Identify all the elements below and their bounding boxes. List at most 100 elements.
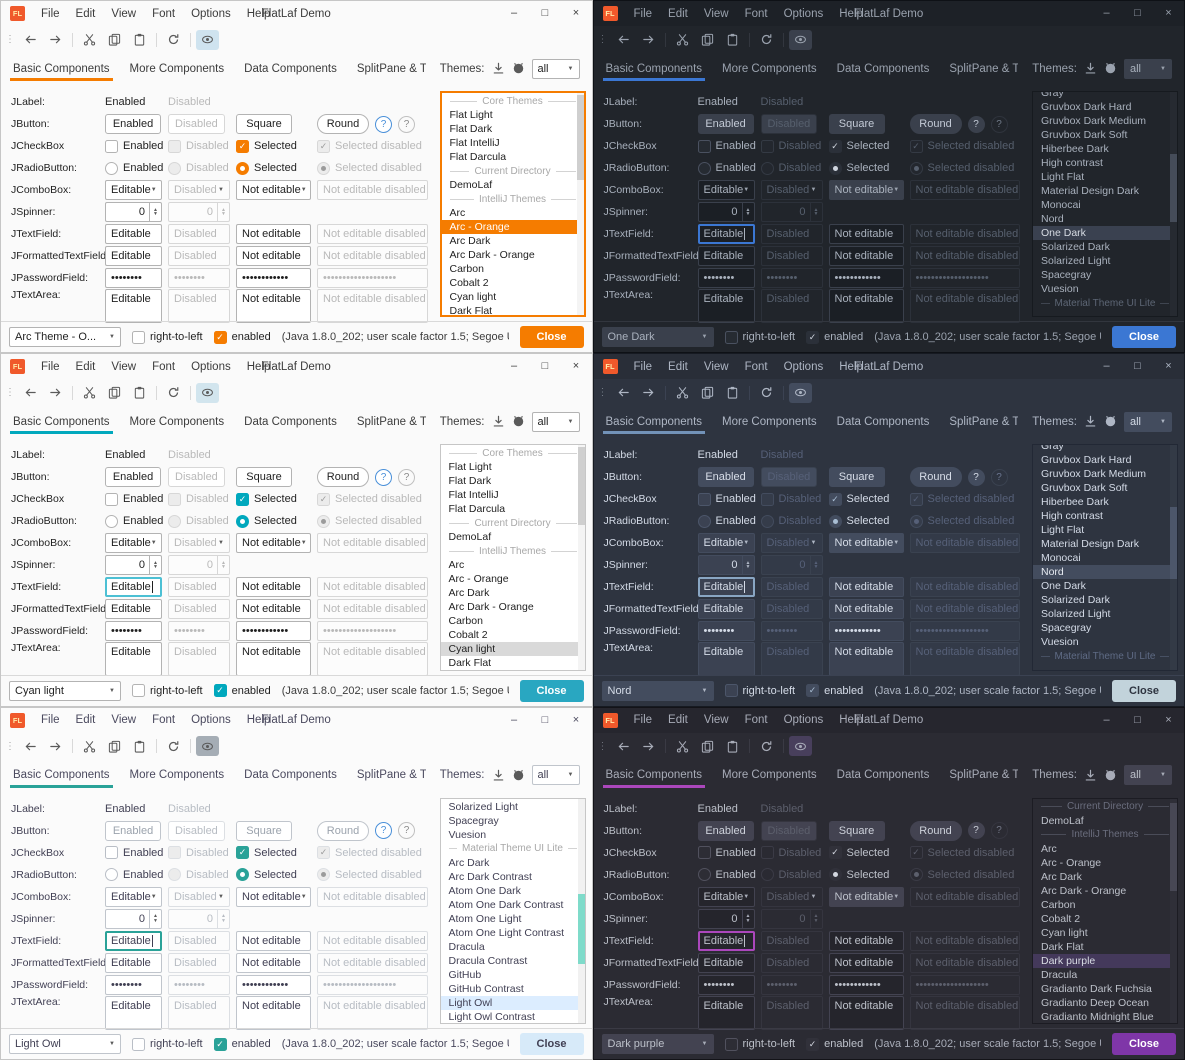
textfield-disabled[interactable]: Disabled bbox=[168, 599, 230, 619]
combobox-not-editable-disabled[interactable]: Not editable disabled▼ bbox=[910, 887, 1021, 907]
radio-disabled[interactable]: Disabled bbox=[168, 162, 229, 175]
theme-list-item-carbon[interactable]: Carbon bbox=[1033, 898, 1177, 912]
textfield-[interactable]: ••••••••••••••••••• bbox=[317, 621, 428, 641]
theme-list-item-solarized-light[interactable]: Solarized Light bbox=[441, 800, 585, 814]
theme-list-item-light-owl-contrast[interactable]: Light Owl Contrast bbox=[441, 1010, 585, 1024]
right-to-left-checkbox[interactable]: right-to-left bbox=[132, 331, 203, 344]
textfield-editable[interactable]: Editable bbox=[698, 577, 755, 597]
theme-selector-combo[interactable]: Nord▼ bbox=[602, 681, 714, 701]
help-button[interactable]: ? bbox=[968, 822, 985, 839]
theme-list-item-gradianto-midnight-blue[interactable]: Gradianto Midnight Blue bbox=[1033, 1010, 1177, 1024]
enabled-checkbox[interactable]: ✓enabled bbox=[214, 331, 271, 344]
checkbox-selected-disabled[interactable]: ✓Selected disabled bbox=[317, 140, 422, 153]
theme-list-item-gruvbox-dark-medium[interactable]: Gruvbox Dark Medium bbox=[1033, 467, 1177, 481]
checkbox-enabled[interactable]: Enabled bbox=[105, 493, 163, 506]
radio-selected[interactable]: Selected bbox=[236, 162, 297, 175]
checkbox-enabled[interactable]: Enabled bbox=[698, 140, 756, 153]
minimize-button[interactable]: – bbox=[1091, 354, 1122, 379]
textfield-not-editable-disabled[interactable]: Not editable disabled bbox=[910, 599, 1021, 619]
combobox-not-editable[interactable]: Not editable▼ bbox=[829, 887, 904, 907]
show-icon[interactable] bbox=[196, 383, 219, 403]
theme-list-item-dark-flat[interactable]: Dark Flat bbox=[1033, 940, 1177, 954]
refresh-icon[interactable] bbox=[755, 383, 778, 403]
tab-more-components[interactable]: More Components bbox=[120, 53, 235, 84]
close-button[interactable]: Close bbox=[1112, 680, 1176, 702]
enabled-checkbox[interactable]: ✓enabled bbox=[214, 1038, 271, 1051]
menu-options[interactable]: Options bbox=[776, 714, 832, 726]
close-window-button[interactable]: × bbox=[561, 354, 592, 379]
menu-view[interactable]: View bbox=[103, 8, 144, 20]
spinner-arrows[interactable]: ▲▼ bbox=[217, 556, 229, 574]
forward-icon[interactable] bbox=[637, 383, 660, 403]
textfield-not-editable-disabled[interactable]: Not editable disabled bbox=[910, 931, 1021, 951]
spinner[interactable]: 0▲▼ bbox=[105, 555, 162, 575]
spinner-arrows[interactable]: ▲▼ bbox=[742, 556, 754, 574]
radio-selected[interactable]: Selected bbox=[236, 515, 297, 528]
scrollbar-track[interactable] bbox=[1170, 92, 1177, 316]
round-button[interactable]: Round bbox=[910, 114, 962, 134]
enabled-checkbox[interactable]: ✓enabled bbox=[806, 331, 863, 344]
textfield-not-editable[interactable]: Not editable bbox=[236, 931, 311, 951]
theme-selector-combo[interactable]: Arc Theme - O...▼ bbox=[9, 327, 121, 347]
radio-enabled[interactable]: Enabled bbox=[105, 868, 163, 881]
textarea-not-editable[interactable]: Not editable bbox=[236, 642, 311, 676]
github-icon[interactable] bbox=[512, 62, 525, 75]
checkbox-enabled[interactable]: Enabled bbox=[105, 140, 163, 153]
forward-icon[interactable] bbox=[637, 736, 660, 756]
textarea-not-editable[interactable]: Not editable bbox=[829, 996, 904, 1030]
right-to-left-checkbox[interactable]: right-to-left bbox=[132, 1038, 203, 1051]
tab-splitpane-tabs[interactable]: SplitPane & Tabs bbox=[939, 406, 1018, 437]
theme-list-item-gruvbox-dark-soft[interactable]: Gruvbox Dark Soft bbox=[1033, 128, 1177, 142]
spinner[interactable]: 0▲▼ bbox=[105, 202, 162, 222]
textfield-not-editable-disabled[interactable]: Not editable disabled bbox=[317, 931, 428, 951]
spinner-arrows[interactable]: ▲▼ bbox=[742, 910, 754, 928]
theme-list-item-high-contrast[interactable]: High contrast bbox=[1033, 509, 1177, 523]
refresh-icon[interactable] bbox=[162, 30, 185, 50]
textfield-editable[interactable]: Editable bbox=[105, 577, 162, 597]
square-button[interactable]: Square bbox=[236, 114, 292, 134]
spinner[interactable]: 0▲▼ bbox=[698, 555, 755, 575]
theme-filter-combo[interactable]: all▼ bbox=[1124, 765, 1172, 785]
close-window-button[interactable]: × bbox=[1153, 354, 1184, 379]
close-button[interactable]: Close bbox=[1112, 1033, 1176, 1055]
combobox-disabled[interactable]: Disabled▼ bbox=[168, 180, 230, 200]
toolbar-grip[interactable]: ⋮ bbox=[598, 387, 608, 398]
spinner-arrows[interactable]: ▲▼ bbox=[217, 910, 229, 928]
textarea-disabled[interactable]: Disabled bbox=[168, 642, 230, 676]
textarea-disabled[interactable]: Disabled bbox=[761, 289, 823, 323]
spinner-arrows[interactable]: ▲▼ bbox=[810, 203, 822, 221]
disabled-button[interactable]: Disabled bbox=[761, 821, 818, 841]
menu-options[interactable]: Options bbox=[183, 361, 239, 373]
cut-icon[interactable] bbox=[671, 736, 694, 756]
theme-list-item-gruvbox-dark-hard[interactable]: Gruvbox Dark Hard bbox=[1033, 453, 1177, 467]
enabled-checkbox[interactable]: ✓enabled bbox=[806, 684, 863, 697]
tab-basic-components[interactable]: Basic Components bbox=[596, 53, 713, 84]
square-button[interactable]: Square bbox=[829, 114, 885, 134]
theme-list-item-dark-purple[interactable]: Dark purple bbox=[1033, 954, 1177, 968]
close-window-button[interactable]: × bbox=[561, 1, 592, 26]
textfield-[interactable]: •••••••••••• bbox=[829, 975, 904, 995]
theme-list-item-arc-dark[interactable]: Arc Dark bbox=[1033, 870, 1177, 884]
textfield-editable[interactable]: Editable bbox=[105, 599, 162, 619]
tab-splitpane-tabs[interactable]: SplitPane & Tabs bbox=[939, 760, 1018, 791]
github-icon[interactable] bbox=[1104, 62, 1117, 75]
theme-list-item-one-dark[interactable]: One Dark bbox=[1033, 226, 1177, 240]
spinner-arrows[interactable]: ▲▼ bbox=[149, 203, 161, 221]
theme-list-item-atom-one-light-contrast[interactable]: Atom One Light Contrast bbox=[441, 926, 585, 940]
toolbar-grip[interactable]: ⋮ bbox=[5, 387, 15, 398]
refresh-icon[interactable] bbox=[755, 736, 778, 756]
theme-list-item-gradianto-dark-fuchsia[interactable]: Gradianto Dark Fuchsia bbox=[1033, 982, 1177, 996]
combobox-not-editable-disabled[interactable]: Not editable disabled▼ bbox=[317, 533, 428, 553]
theme-list-item-flat-darcula[interactable]: Flat Darcula bbox=[441, 502, 585, 516]
refresh-icon[interactable] bbox=[162, 383, 185, 403]
help-button[interactable]: ? bbox=[375, 822, 392, 839]
theme-list-item-arc-orange[interactable]: Arc - Orange bbox=[1033, 856, 1177, 870]
radio-enabled[interactable]: Enabled bbox=[698, 515, 756, 528]
round-button[interactable]: Round bbox=[317, 114, 369, 134]
help-button[interactable]: ? bbox=[991, 822, 1008, 839]
theme-list-item-atom-one-dark-contrast[interactable]: Atom One Dark Contrast bbox=[441, 898, 585, 912]
help-button[interactable]: ? bbox=[991, 469, 1008, 486]
checkbox-selected-disabled[interactable]: ✓Selected disabled bbox=[910, 846, 1015, 859]
github-icon[interactable] bbox=[512, 415, 525, 428]
theme-selector-combo[interactable]: One Dark▼ bbox=[602, 327, 714, 347]
